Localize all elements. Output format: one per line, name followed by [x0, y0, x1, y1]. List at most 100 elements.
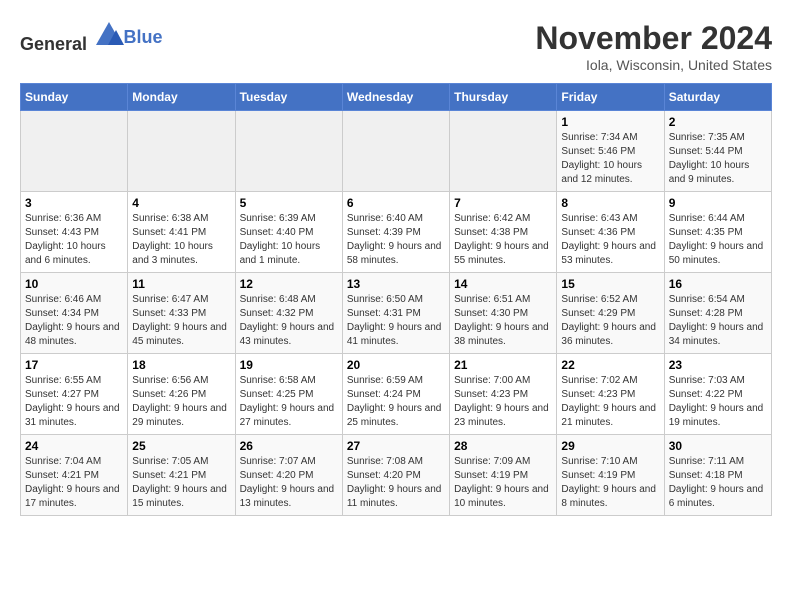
- calendar-day-cell: 22Sunrise: 7:02 AM Sunset: 4:23 PM Dayli…: [557, 354, 664, 435]
- day-info: Sunrise: 6:36 AM Sunset: 4:43 PM Dayligh…: [25, 212, 123, 268]
- calendar-day-cell: 1 Sunrise: 7:34 AM Sunset: 5:46 PM Daylig…: [557, 111, 664, 192]
- calendar-week-row: 17 Sunrise: 6:55 AM Sunset: 4:27 PM Dayli…: [21, 354, 772, 435]
- day-number: 26: [240, 439, 338, 453]
- calendar-day-cell: [450, 111, 557, 192]
- day-number: 9: [669, 196, 767, 210]
- day-info: Sunrise: 6:56 AM Sunset: 4:26 PM Dayligh…: [132, 374, 230, 430]
- day-of-week-header: Tuesday: [235, 84, 342, 111]
- day-info: Sunrise: 6:50 AM Sunset: 4:31 PM Dayligh…: [347, 293, 445, 349]
- calendar-day-cell: [21, 111, 128, 192]
- day-info: Sunrise: 6:39 AM Sunset: 4:40 PM Dayligh…: [240, 212, 338, 268]
- day-info: Sunrise: 6:48 AM Sunset: 4:32 PM Dayligh…: [240, 293, 338, 349]
- day-of-week-header: Friday: [557, 84, 664, 111]
- day-number: 20: [347, 358, 445, 372]
- calendar-day-cell: 2 Sunrise: 7:35 AM Sunset: 5:44 PM Daylig…: [664, 111, 771, 192]
- location-subtitle: Iola, Wisconsin, United States: [535, 57, 772, 73]
- calendar-day-cell: 14 Sunrise: 6:51 AM Sunset: 4:30 PM Dayli…: [450, 273, 557, 354]
- day-number: 29: [561, 439, 659, 453]
- day-number: 16: [669, 277, 767, 291]
- day-number: 15: [561, 277, 659, 291]
- day-number: 13: [347, 277, 445, 291]
- day-number: 2: [669, 115, 767, 129]
- calendar-day-cell: 17 Sunrise: 6:55 AM Sunset: 4:27 PM Dayli…: [21, 354, 128, 435]
- day-number: 22: [561, 358, 659, 372]
- day-of-week-header: Saturday: [664, 84, 771, 111]
- day-info: Sunrise: 6:40 AM Sunset: 4:39 PM Dayligh…: [347, 212, 445, 268]
- day-info: Sunrise: 7:00 AM Sunset: 4:23 PM Dayligh…: [454, 374, 552, 430]
- logo-blue: Blue: [124, 27, 163, 47]
- day-number: 12: [240, 277, 338, 291]
- day-number: 4: [132, 196, 230, 210]
- day-info: Sunrise: 6:47 AM Sunset: 4:33 PM Dayligh…: [132, 293, 230, 349]
- calendar-week-row: 10 Sunrise: 6:46 AM Sunset: 4:34 PM Dayli…: [21, 273, 772, 354]
- calendar-day-cell: 23 Sunrise: 7:03 AM Sunset: 4:22 PM Dayli…: [664, 354, 771, 435]
- logo: General Blue: [20, 20, 163, 55]
- calendar-week-row: 1 Sunrise: 7:34 AM Sunset: 5:46 PM Daylig…: [21, 111, 772, 192]
- day-number: 23: [669, 358, 767, 372]
- day-number: 1: [561, 115, 659, 129]
- calendar-day-cell: 11 Sunrise: 6:47 AM Sunset: 4:33 PM Dayli…: [128, 273, 235, 354]
- calendar-header-row: SundayMondayTuesdayWednesdayThursdayFrid…: [21, 84, 772, 111]
- calendar-day-cell: 15 Sunrise: 6:52 AM Sunset: 4:29 PM Dayli…: [557, 273, 664, 354]
- title-area: November 2024 Iola, Wisconsin, United St…: [535, 20, 772, 73]
- day-info: Sunrise: 6:51 AM Sunset: 4:30 PM Dayligh…: [454, 293, 552, 349]
- day-info: Sunrise: 6:52 AM Sunset: 4:29 PM Dayligh…: [561, 293, 659, 349]
- day-info: Sunrise: 7:03 AM Sunset: 4:22 PM Dayligh…: [669, 374, 767, 430]
- day-info: Sunrise: 7:10 AM Sunset: 4:19 PM Dayligh…: [561, 455, 659, 511]
- calendar-day-cell: 13 Sunrise: 6:50 AM Sunset: 4:31 PM Dayli…: [342, 273, 449, 354]
- calendar-day-cell: 30Sunrise: 7:11 AM Sunset: 4:18 PM Dayli…: [664, 435, 771, 516]
- day-info: Sunrise: 6:46 AM Sunset: 4:34 PM Dayligh…: [25, 293, 123, 349]
- calendar-day-cell: 28 Sunrise: 7:09 AM Sunset: 4:19 PM Dayli…: [450, 435, 557, 516]
- calendar-day-cell: 27 Sunrise: 7:08 AM Sunset: 4:20 PM Dayli…: [342, 435, 449, 516]
- day-info: Sunrise: 6:59 AM Sunset: 4:24 PM Dayligh…: [347, 374, 445, 430]
- day-info: Sunrise: 7:34 AM Sunset: 5:46 PM Dayligh…: [561, 131, 659, 187]
- day-of-week-header: Thursday: [450, 84, 557, 111]
- day-number: 27: [347, 439, 445, 453]
- day-info: Sunrise: 7:09 AM Sunset: 4:19 PM Dayligh…: [454, 455, 552, 511]
- day-info: Sunrise: 6:54 AM Sunset: 4:28 PM Dayligh…: [669, 293, 767, 349]
- header: General Blue November 2024 Iola, Wiscons…: [20, 20, 772, 73]
- day-info: Sunrise: 6:55 AM Sunset: 4:27 PM Dayligh…: [25, 374, 123, 430]
- calendar-day-cell: 9 Sunrise: 6:44 AM Sunset: 4:35 PM Daylig…: [664, 192, 771, 273]
- calendar-day-cell: 12 Sunrise: 6:48 AM Sunset: 4:32 PM Dayli…: [235, 273, 342, 354]
- calendar-day-cell: [128, 111, 235, 192]
- day-info: Sunrise: 7:11 AM Sunset: 4:18 PM Dayligh…: [669, 455, 767, 511]
- month-year-title: November 2024: [535, 20, 772, 57]
- day-number: 18: [132, 358, 230, 372]
- day-number: 25: [132, 439, 230, 453]
- day-info: Sunrise: 7:35 AM Sunset: 5:44 PM Dayligh…: [669, 131, 767, 187]
- day-number: 21: [454, 358, 552, 372]
- day-info: Sunrise: 7:04 AM Sunset: 4:21 PM Dayligh…: [25, 455, 123, 511]
- calendar-day-cell: 6 Sunrise: 6:40 AM Sunset: 4:39 PM Daylig…: [342, 192, 449, 273]
- calendar-day-cell: [235, 111, 342, 192]
- day-number: 19: [240, 358, 338, 372]
- day-info: Sunrise: 6:38 AM Sunset: 4:41 PM Dayligh…: [132, 212, 230, 268]
- day-number: 14: [454, 277, 552, 291]
- calendar-day-cell: 19Sunrise: 6:58 AM Sunset: 4:25 PM Dayli…: [235, 354, 342, 435]
- day-of-week-header: Monday: [128, 84, 235, 111]
- day-info: Sunrise: 7:07 AM Sunset: 4:20 PM Dayligh…: [240, 455, 338, 511]
- day-info: Sunrise: 6:44 AM Sunset: 4:35 PM Dayligh…: [669, 212, 767, 268]
- day-info: Sunrise: 7:08 AM Sunset: 4:20 PM Dayligh…: [347, 455, 445, 511]
- day-number: 10: [25, 277, 123, 291]
- day-number: 17: [25, 358, 123, 372]
- calendar-day-cell: 29 Sunrise: 7:10 AM Sunset: 4:19 PM Dayli…: [557, 435, 664, 516]
- day-info: Sunrise: 6:43 AM Sunset: 4:36 PM Dayligh…: [561, 212, 659, 268]
- day-number: 7: [454, 196, 552, 210]
- day-info: Sunrise: 6:42 AM Sunset: 4:38 PM Dayligh…: [454, 212, 552, 268]
- day-number: 6: [347, 196, 445, 210]
- logo-general: General: [20, 34, 87, 54]
- calendar-day-cell: 18 Sunrise: 6:56 AM Sunset: 4:26 PM Dayli…: [128, 354, 235, 435]
- calendar-table: SundayMondayTuesdayWednesdayThursdayFrid…: [20, 83, 772, 516]
- calendar-day-cell: 26 Sunrise: 7:07 AM Sunset: 4:20 PM Dayli…: [235, 435, 342, 516]
- day-number: 11: [132, 277, 230, 291]
- day-info: Sunrise: 7:05 AM Sunset: 4:21 PM Dayligh…: [132, 455, 230, 511]
- calendar-day-cell: 25 Sunrise: 7:05 AM Sunset: 4:21 PM Dayli…: [128, 435, 235, 516]
- calendar-day-cell: 24Sunrise: 7:04 AM Sunset: 4:21 PM Dayli…: [21, 435, 128, 516]
- day-number: 28: [454, 439, 552, 453]
- day-of-week-header: Wednesday: [342, 84, 449, 111]
- calendar-day-cell: 5Sunrise: 6:39 AM Sunset: 4:40 PM Daylig…: [235, 192, 342, 273]
- calendar-day-cell: 21 Sunrise: 7:00 AM Sunset: 4:23 PM Dayli…: [450, 354, 557, 435]
- calendar-day-cell: [342, 111, 449, 192]
- calendar-day-cell: 8Sunrise: 6:43 AM Sunset: 4:36 PM Daylig…: [557, 192, 664, 273]
